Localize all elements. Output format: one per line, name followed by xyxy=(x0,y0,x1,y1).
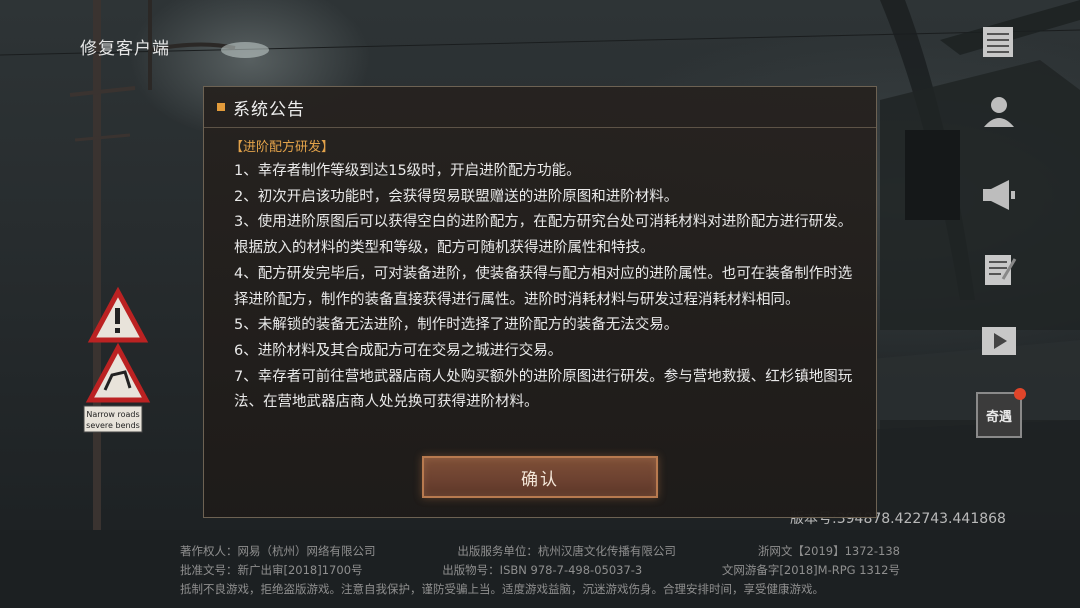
notice-icon xyxy=(983,27,1013,57)
title-square-icon xyxy=(217,103,225,111)
footer-text: 浙网文【2019】1372-138 xyxy=(757,544,900,558)
video-play-icon xyxy=(982,327,1016,355)
dialog-title: 系统公告 xyxy=(233,99,305,120)
announcement-paragraph: 5、未解锁的装备无法进阶，制作时选择了进阶配方的装备无法交易。 xyxy=(234,317,679,334)
confirm-button[interactable]: 确认 xyxy=(422,456,658,498)
svg-text:severe bends: severe bends xyxy=(86,421,140,430)
footer-text: 抵制不良游戏，拒绝盗版游戏。注意自我保护，谨防受骗上当。适度游戏益脑，沉迷游戏伤… xyxy=(180,582,824,596)
footer-text: 批准文号：新广出审[2018]1700号 xyxy=(180,563,363,577)
qiyu-button[interactable]: 奇遇 xyxy=(974,388,1026,440)
announcement-paragraph: 2、初次开启该功能时，会获得贸易联盟赠送的进阶原图和进阶材料。 xyxy=(234,188,679,205)
svg-text:Narrow roads: Narrow roads xyxy=(86,410,139,419)
confirm-button-label: 确认 xyxy=(521,469,559,490)
notice-button[interactable] xyxy=(974,18,1024,68)
dialog-header: 系统公告 xyxy=(204,87,876,128)
notes-button[interactable] xyxy=(974,244,1024,294)
announcement-paragraph: 6、进阶材料及其合成配方可在交易之城进行交易。 xyxy=(234,342,563,359)
footer-copyright: 著作权人：网易（杭州）网络有限公司 出版服务单位：杭州汉唐文化传播有限公司 浙网… xyxy=(180,542,900,599)
notification-dot xyxy=(1014,388,1026,400)
megaphone-icon xyxy=(983,180,1015,210)
fix-client-button[interactable]: 修复客户端 xyxy=(80,34,170,59)
announcement-content: 【进阶配方研发】 1、幸存者制作等级到达15级时，开启进阶配方功能。 2、初次开… xyxy=(230,139,860,416)
announcement-paragraph: 1、幸存者制作等级到达15级时，开启进阶配方功能。 xyxy=(234,163,581,179)
footer-text: 文网游备字[2018]M-RPG 1312号 xyxy=(721,563,900,577)
footer-text: 著作权人：网易（杭州）网络有限公司 xyxy=(180,544,376,558)
profile-icon xyxy=(984,97,1014,127)
announcement-button[interactable] xyxy=(974,170,1024,220)
system-announcement-dialog: 系统公告 【进阶配方研发】 1、幸存者制作等级到达15级时，开启进阶配方功能。 … xyxy=(203,86,877,518)
notes-icon xyxy=(985,255,1017,285)
footer-text: 出版物号：ISBN 978-7-498-05037-3 xyxy=(442,563,643,577)
profile-button[interactable] xyxy=(974,86,1024,136)
footer-text: 出版服务单位：杭州汉唐文化传播有限公司 xyxy=(457,544,676,558)
video-button[interactable] xyxy=(974,316,1024,366)
section-title: 【进阶配方研发】 xyxy=(230,140,335,155)
announcement-paragraph: 7、幸存者可前往营地武器店商人处购买额外的进阶原图进行研发。参与营地救援、红杉镇… xyxy=(234,368,853,411)
announcement-paragraph: 4、配方研发完毕后，可对装备进阶，使装备获得与配方相对应的进阶属性。也可在装备制… xyxy=(234,265,853,308)
qiyu-icon: 奇遇 xyxy=(985,409,1012,425)
announcement-paragraph: 3、使用进阶原图后可以获得空白的进阶配方，在配方研究台处可消耗材料对进阶配方进行… xyxy=(234,214,853,257)
